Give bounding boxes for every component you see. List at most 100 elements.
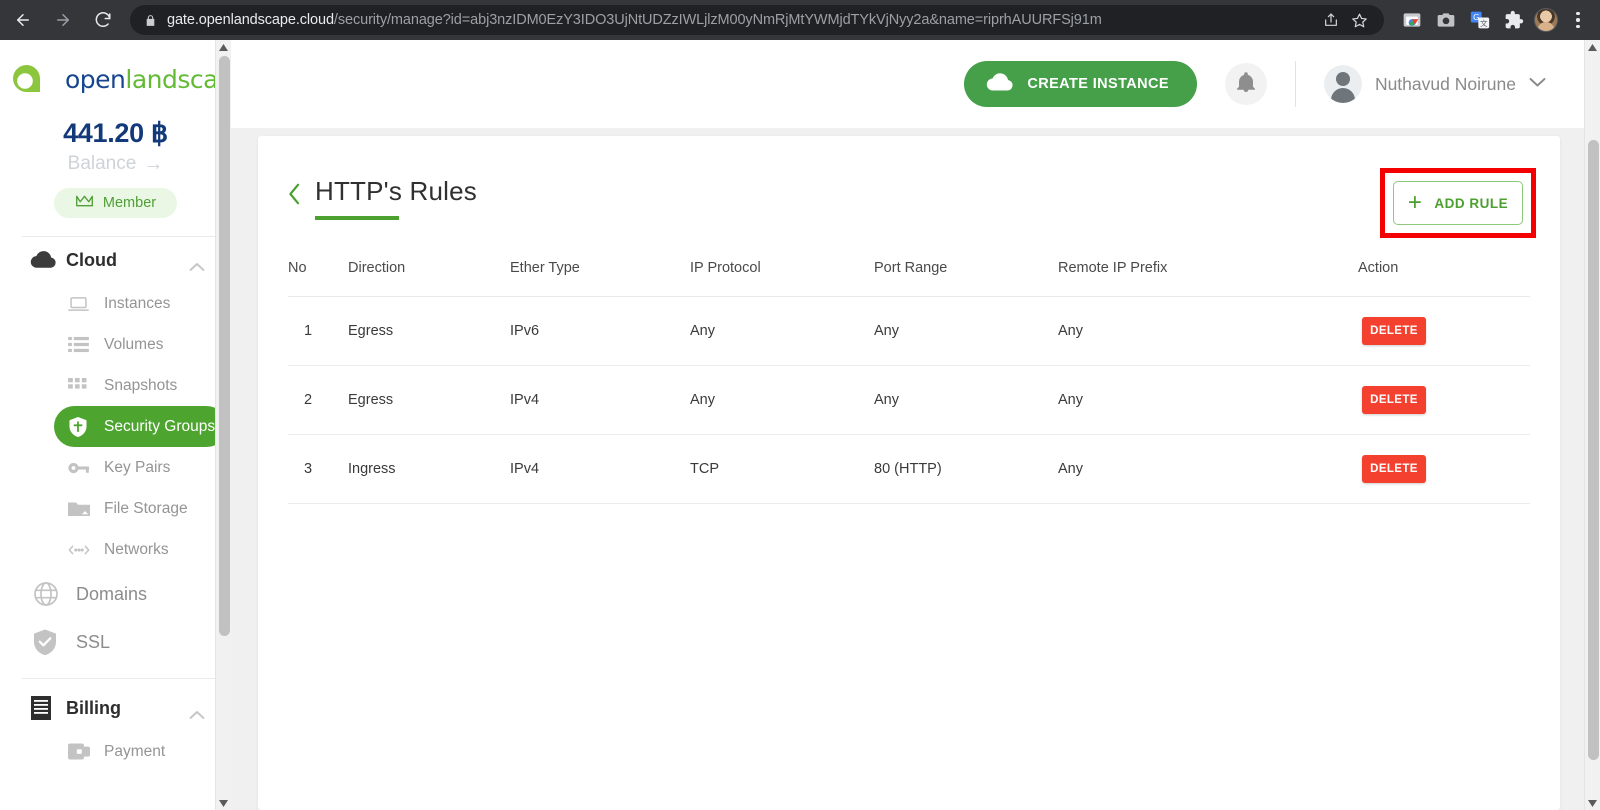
forward-button[interactable] <box>46 3 80 37</box>
sidebar-item-payment[interactable]: Payment <box>54 731 227 772</box>
sidebar-group-billing[interactable]: Billing <box>0 685 231 731</box>
url-path: /security/manage?id=abj3nzIDM0EzY3IDO3Uj… <box>333 12 1102 28</box>
notifications-button[interactable] <box>1224 63 1267 105</box>
page-title: HTTP's Rules <box>315 176 477 206</box>
extensions-puzzle-icon[interactable] <box>1500 6 1528 34</box>
app-header: CREATE INSTANCE Nuthavud Noirune <box>231 40 1600 128</box>
col-header-action: Action <box>1358 260 1530 297</box>
page-scrollbar-thumb[interactable] <box>1588 140 1599 760</box>
main-content: CREATE INSTANCE Nuthavud Noirune HTTP's … <box>231 40 1600 810</box>
camera-icon[interactable] <box>1432 6 1460 34</box>
shield-icon <box>68 416 104 438</box>
sidebar-item-security-groups[interactable]: Security Groups <box>54 406 227 447</box>
sidebar-item-domains[interactable]: Domains <box>22 570 227 618</box>
delete-rule-button[interactable]: DELETE <box>1362 455 1426 483</box>
sidebar: openlandscape 441.20 ฿ Balance → Member … <box>0 40 231 810</box>
arrow-right-icon: → <box>143 153 164 175</box>
sidebar-item-instances-label: Instances <box>104 294 171 312</box>
sidebar-item-networks[interactable]: Networks <box>54 529 227 570</box>
omnibox-actions <box>1318 7 1372 33</box>
laptop-icon <box>68 296 104 312</box>
sidebar-item-payment-label: Payment <box>104 742 166 760</box>
delete-rule-button[interactable]: DELETE <box>1362 386 1426 414</box>
cell-action: DELETE <box>1358 296 1530 366</box>
share-icon[interactable] <box>1318 7 1344 33</box>
table-row: 1 Egress IPv6 Any Any Any DELETE <box>288 296 1530 366</box>
scroll-down-arrow-icon[interactable] <box>216 796 231 810</box>
wallet-icon <box>68 742 104 761</box>
translate-icon[interactable]: G文 <box>1466 6 1494 34</box>
scroll-up-arrow-icon[interactable] <box>1585 40 1600 54</box>
header-divider <box>1294 61 1296 107</box>
list-storage-icon <box>68 336 104 353</box>
three-dot-menu-icon[interactable] <box>1564 6 1592 34</box>
sidebar-item-key-pairs[interactable]: Key Pairs <box>54 447 227 488</box>
lock-icon <box>144 14 157 27</box>
sidebar-item-key-pairs-label: Key Pairs <box>104 458 171 476</box>
chevron-up-icon <box>189 704 205 725</box>
sidebar-scrollbar[interactable] <box>215 40 231 810</box>
create-instance-button[interactable]: CREATE INSTANCE <box>964 61 1197 107</box>
chevron-down-icon <box>1529 75 1546 93</box>
col-header-remote-ip-prefix: Remote IP Prefix <box>1058 260 1358 297</box>
chrome-media-icon[interactable] <box>1398 6 1426 34</box>
sidebar-item-networks-label: Networks <box>104 540 169 558</box>
rules-table-head: No Direction Ether Type IP Protocol Port… <box>288 260 1530 297</box>
add-rule-highlight-box: + ADD RULE <box>1380 168 1536 238</box>
sidebar-item-security-groups-label: Security Groups <box>104 417 216 435</box>
chevron-up-icon <box>189 256 205 277</box>
cloud-icon <box>30 251 66 269</box>
profile-avatar[interactable] <box>1534 8 1558 32</box>
sidebar-group-billing-label: Billing <box>66 697 121 718</box>
sidebar-item-ssl[interactable]: SSL <box>22 618 227 666</box>
scroll-up-arrow-icon[interactable] <box>216 40 231 54</box>
add-rule-button[interactable]: + ADD RULE <box>1393 181 1523 225</box>
balance-link[interactable]: Balance → <box>0 153 231 175</box>
crown-icon <box>75 194 94 212</box>
cell-ip-protocol: Any <box>690 296 874 366</box>
sidebar-group-cloud[interactable]: Cloud <box>0 237 231 283</box>
member-label: Member <box>102 195 157 211</box>
page-root: openlandscape 441.20 ฿ Balance → Member … <box>0 40 1600 810</box>
sidebar-item-domains-label: Domains <box>76 583 148 604</box>
sidebar-item-volumes[interactable]: Volumes <box>54 324 227 365</box>
table-row: 2 Egress IPv4 Any Any Any DELETE <box>288 365 1530 435</box>
cell-ether-type: IPv4 <box>510 434 690 504</box>
sidebar-item-instances[interactable]: Instances <box>54 283 227 324</box>
address-bar[interactable]: gate.openlandscape.cloud/security/manage… <box>130 5 1384 35</box>
sidebar-group-cloud-label: Cloud <box>66 249 117 270</box>
cell-remote-ip-prefix: Any <box>1058 434 1358 504</box>
user-name: Nuthavud Noirune <box>1374 73 1516 94</box>
svg-text:文: 文 <box>1480 18 1488 28</box>
cell-action: DELETE <box>1358 365 1530 435</box>
title-underline <box>315 216 399 220</box>
scroll-down-arrow-icon[interactable] <box>1585 796 1600 810</box>
balance-amount: 441.20 ฿ <box>63 118 168 148</box>
globe-icon <box>32 580 76 608</box>
sidebar-divider-2 <box>22 678 217 679</box>
user-menu[interactable]: Nuthavud Noirune <box>1323 65 1546 103</box>
cell-ip-protocol: Any <box>690 365 874 435</box>
cloud-icon <box>986 72 1014 96</box>
cell-port-range: Any <box>874 296 1058 366</box>
page-scrollbar[interactable] <box>1584 40 1600 810</box>
reload-button[interactable] <box>86 3 120 37</box>
cell-no: 2 <box>288 365 348 435</box>
folder-icon <box>68 500 104 517</box>
balance-label-text: Balance <box>67 153 137 174</box>
sidebar-item-snapshots[interactable]: Snapshots <box>54 365 227 406</box>
delete-rule-button[interactable]: DELETE <box>1362 317 1426 345</box>
content-area: HTTP's Rules + ADD RULE No Direction Eth… <box>231 128 1600 810</box>
chevron-left-icon[interactable] <box>288 183 301 213</box>
cell-ip-protocol: TCP <box>690 434 874 504</box>
url-text: gate.openlandscape.cloud/security/manage… <box>167 12 1312 28</box>
sidebar-item-file-storage[interactable]: File Storage <box>54 488 227 529</box>
rules-card: HTTP's Rules + ADD RULE No Direction Eth… <box>258 136 1560 810</box>
bookmark-star-icon[interactable] <box>1346 7 1372 33</box>
network-icon <box>68 544 104 556</box>
back-button[interactable] <box>6 3 40 37</box>
brand-logo[interactable]: openlandscape <box>0 40 231 96</box>
cell-action: DELETE <box>1358 434 1530 504</box>
sidebar-item-file-storage-label: File Storage <box>104 499 188 517</box>
sidebar-scrollbar-thumb[interactable] <box>219 56 230 636</box>
